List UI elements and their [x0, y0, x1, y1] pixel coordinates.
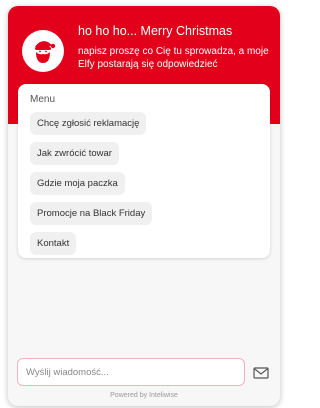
message-input-wrapper [17, 358, 245, 386]
menu-item-reklamacja[interactable]: Chcę zgłosić reklamację [30, 112, 147, 135]
menu-title: Menu [30, 94, 56, 105]
menu-item-black-friday[interactable]: Promocje na Black Friday [30, 202, 153, 225]
powered-by: Powered by Inteliwise [110, 392, 178, 399]
menu-card: Menu Chcę zgłosić reklamację Jak zwrócić… [18, 84, 270, 258]
chat-subtitle: napisz proszę co Cię tu sprowadza, a moj… [78, 46, 269, 70]
envelope-icon[interactable] [253, 366, 269, 380]
santa-avatar [22, 30, 64, 72]
menu-item-kontakt[interactable]: Kontakt [30, 232, 77, 255]
menu-list: Chcę zgłosić reklamację Jak zwrócić towa… [30, 112, 153, 255]
message-input[interactable] [18, 359, 244, 385]
menu-item-zwrot[interactable]: Jak zwrócić towar [30, 142, 119, 165]
chat-widget: ho ho ho... Merry Christmas napisz prosz… [8, 6, 280, 406]
chat-title: ho ho ho... Merry Christmas [78, 24, 233, 38]
santa-icon [35, 41, 56, 63]
menu-item-paczka[interactable]: Gdzie moja paczka [30, 172, 125, 195]
